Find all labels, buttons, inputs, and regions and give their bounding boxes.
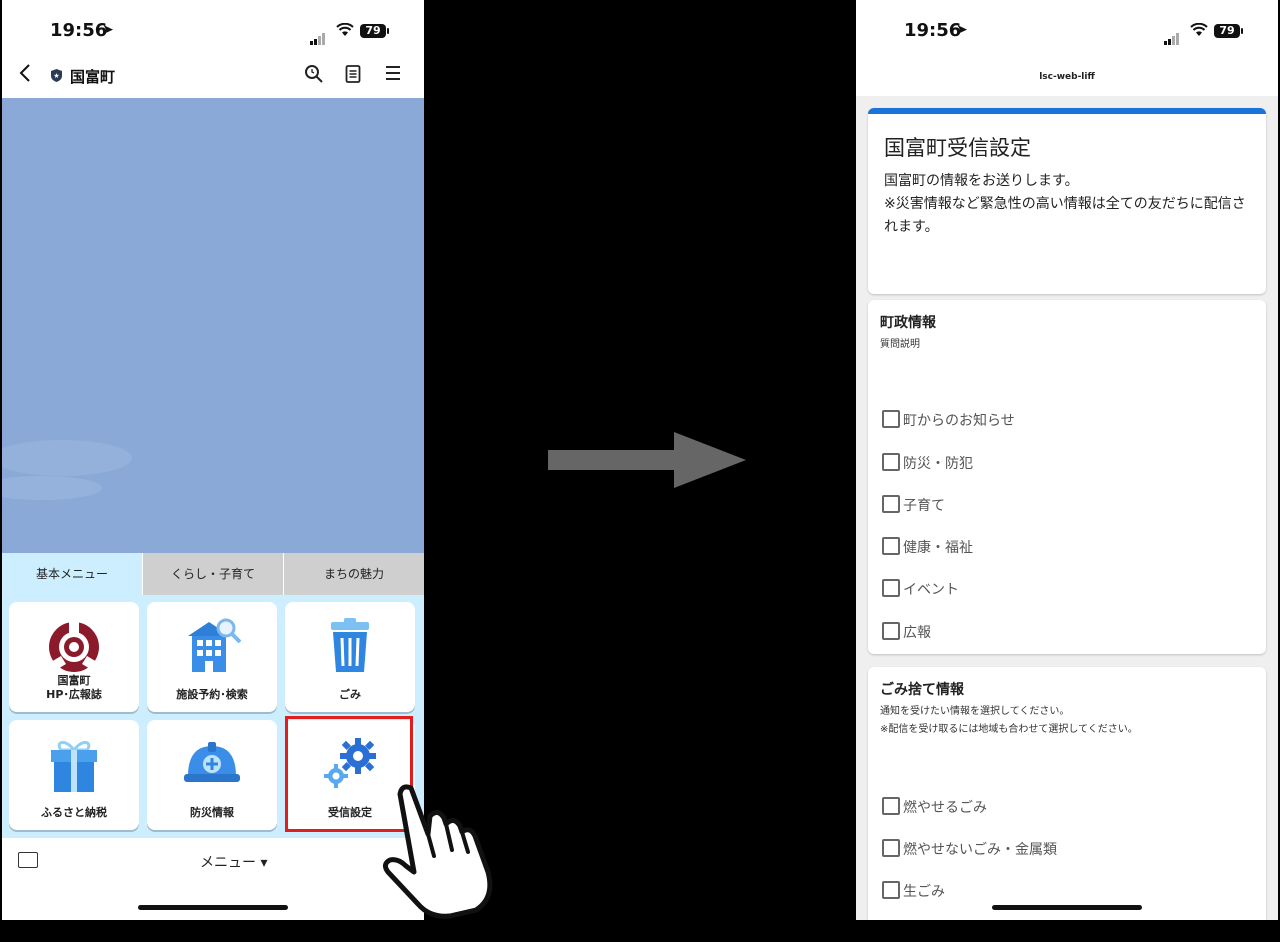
section-title: 町政情報 — [880, 315, 936, 331]
checkbox[interactable] — [882, 495, 900, 513]
tab-living-childcare[interactable]: くらし・子育て — [142, 553, 283, 595]
search-icon[interactable] — [304, 64, 324, 89]
browser-header: lsc-web-liff — [856, 56, 1278, 96]
building-search-icon — [147, 618, 277, 676]
form-description: 国富町の情報をお送りします。 ※災害情報など緊急性の高い情報は全ての友だちに配信… — [884, 173, 1246, 235]
notes-icon[interactable] — [345, 64, 361, 89]
menu-item-facility-reservation[interactable]: 施設予約･検索 — [147, 602, 277, 712]
gift-icon — [9, 736, 139, 794]
status-time: 19:56 — [904, 20, 962, 41]
checkbox-option[interactable]: 生ごみ — [882, 881, 945, 901]
section-garbage-info: ごみ捨て情報 通知を受けたい情報を選択してください。 ※配信を受け取るには地域も… — [868, 667, 1266, 920]
checkbox-option[interactable]: 防災・防犯 — [882, 453, 973, 473]
wifi-icon — [1190, 22, 1208, 41]
section-town-info: 町政情報 質問説明 町からのお知らせ 防災・防犯 子育て 健康・福祉 イベント … — [868, 300, 1266, 654]
section-description: 質問説明 — [880, 339, 920, 350]
page-url: lsc-web-liff — [1039, 72, 1095, 82]
menu-toggle[interactable]: メニュー ▾ — [200, 852, 267, 872]
checkbox[interactable] — [882, 537, 900, 555]
hamburger-menu-icon[interactable] — [384, 64, 402, 87]
battery-icon: 79 — [1214, 24, 1243, 38]
menu-item-label: 国富町 HP･広報誌 — [46, 674, 102, 701]
checkbox-option[interactable]: 町からのお知らせ — [882, 410, 1015, 430]
status-bar: 19:56 ➤ 79 — [2, 0, 424, 64]
signal-icon — [310, 26, 326, 45]
checkbox[interactable] — [882, 622, 900, 640]
form-title: 国富町受信設定 — [884, 136, 1031, 160]
status-bar: 19:56 ➤ 79 — [856, 0, 1278, 64]
menu-item-label: 施設予約･検索 — [176, 688, 248, 701]
checkbox[interactable] — [882, 410, 900, 428]
tab-basic-menu[interactable]: 基本メニュー — [2, 553, 142, 595]
chat-header: ★ 国富町 — [2, 56, 424, 99]
svg-text:★: ★ — [53, 72, 59, 80]
chat-footer: メニュー ▾ — [2, 838, 424, 920]
checkbox-option[interactable]: 燃やせないごみ・金属類 — [882, 839, 1057, 859]
home-indicator — [992, 905, 1142, 910]
menu-item-furusato-tax[interactable]: ふるさと納税 — [9, 720, 139, 830]
tab-town-charm[interactable]: まちの魅力 — [283, 553, 424, 595]
location-arrow-icon: ➤ — [956, 22, 968, 38]
pointing-hand-icon — [382, 784, 493, 919]
section-title: ごみ捨て情報 — [880, 682, 964, 698]
menu-item-garbage[interactable]: ごみ — [285, 602, 415, 712]
chat-background-image — [2, 98, 424, 553]
verified-shield-icon: ★ — [50, 68, 63, 87]
wifi-icon — [336, 22, 354, 41]
checkbox[interactable] — [882, 797, 900, 815]
right-arrow-icon — [548, 432, 746, 488]
chat-title: 国富町 — [70, 68, 116, 86]
checkbox-option[interactable]: 健康・福祉 — [882, 537, 973, 557]
trash-can-icon — [285, 618, 415, 676]
checkbox-option[interactable]: イベント — [882, 579, 959, 599]
town-emblem-icon — [9, 618, 139, 676]
section-description: 通知を受けたい情報を選択してください。 ※配信を受け取るには地域も合わせて選択し… — [880, 706, 1138, 735]
back-arrow-icon[interactable] — [18, 62, 32, 90]
menu-item-town-hp[interactable]: 国富町 HP･広報誌 — [9, 602, 139, 712]
keyboard-icon[interactable] — [18, 852, 38, 868]
checkbox[interactable] — [882, 579, 900, 597]
checkbox[interactable] — [882, 839, 900, 857]
menu-item-label: 防災情報 — [190, 806, 234, 819]
signal-icon — [1164, 26, 1180, 45]
form-title-card: 国富町受信設定 国富町の情報をお送りします。 ※災害情報など緊急性の高い情報は全… — [868, 108, 1266, 294]
menu-item-label: ふるさと納税 — [41, 806, 107, 819]
menu-item-disaster-info[interactable]: 防災情報 — [147, 720, 277, 830]
right-phone-screen: 19:56 ➤ 79 lsc-web-liff 国富町受信設定 国富町の情報をお… — [856, 0, 1278, 920]
checkbox-option[interactable]: 子育て — [882, 495, 945, 515]
battery-icon: 79 — [360, 24, 389, 38]
left-phone-screen: 19:56 ➤ 79 ★ 国富町 基本メニュー くらし・子育て まちの魅力 国富… — [2, 0, 424, 920]
checkbox-option[interactable]: 燃やせるごみ — [882, 797, 987, 817]
home-indicator — [138, 905, 288, 910]
location-arrow-icon: ➤ — [102, 22, 114, 38]
rich-menu-tabs: 基本メニュー くらし・子育て まちの魅力 — [2, 553, 424, 595]
menu-item-label: ごみ — [339, 688, 361, 701]
status-time: 19:56 — [50, 20, 108, 41]
helmet-icon — [147, 736, 277, 794]
checkbox[interactable] — [882, 881, 900, 899]
checkbox-option[interactable]: 広報 — [882, 622, 931, 642]
checkbox[interactable] — [882, 453, 900, 471]
